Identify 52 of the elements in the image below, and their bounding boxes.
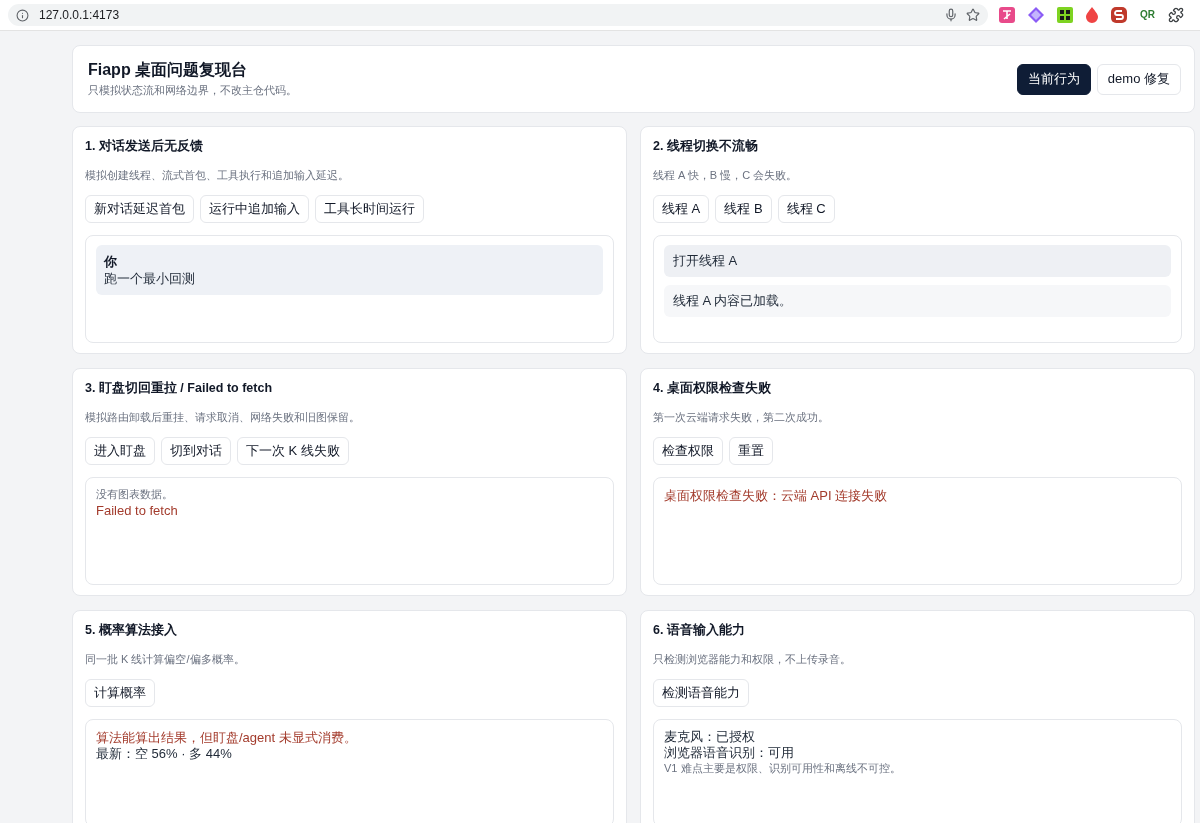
status-text: 最新：空 56% · 多 44% — [96, 746, 233, 762]
action-button[interactable]: 进入盯盘 — [85, 437, 155, 465]
action-button[interactable]: 检查权限 — [653, 437, 723, 465]
action-button[interactable]: 切到对话 — [161, 437, 231, 465]
card-description: 模拟创建线程、流式首包、工具执行和追加输入延迟。 — [85, 168, 350, 183]
round-tile-icon[interactable] — [1111, 7, 1127, 23]
action-button[interactable]: 检测语音能力 — [653, 679, 749, 707]
action-button[interactable]: 计算概率 — [85, 679, 155, 707]
mode-button[interactable]: 当前行为 — [1016, 63, 1091, 95]
card-title: 5. 概率算法接入 — [85, 622, 178, 639]
action-button[interactable]: 重置 — [729, 437, 773, 465]
info-icon[interactable] — [16, 8, 29, 22]
microphone-icon[interactable] — [944, 8, 958, 22]
message-author: 你 — [104, 253, 118, 270]
note-text: V1 难点主要是权限、识别可用性和离线不可控。 — [664, 761, 902, 776]
card-title: 4. 桌面权限检查失败 — [653, 380, 772, 397]
error-text: Failed to fetch — [96, 502, 179, 519]
extensions-icon[interactable] — [1168, 7, 1184, 23]
error-text: 桌面权限检查失败：云端 API 连接失败 — [664, 487, 889, 504]
message-text: 跑一个最小回测 — [104, 270, 196, 287]
action-button[interactable]: 下一次 K 线失败 — [237, 437, 349, 465]
action-button[interactable]: 线程 A — [653, 195, 710, 223]
qr-button[interactable]: QR — [1140, 9, 1155, 21]
mode-button[interactable]: demo 修复 — [1096, 63, 1181, 95]
card-description: 同一批 K 线计算偏空/偏多概率。 — [85, 652, 246, 667]
note-text: 没有图表数据。 — [96, 487, 174, 502]
diamond-icon[interactable] — [1028, 7, 1044, 23]
card-description: 模拟路由卸载后重挂、请求取消、网络失败和旧图保留。 — [85, 410, 361, 425]
status-text: 麦克风：已授权 — [664, 729, 756, 745]
card-description: 第一次云端请求失败，第二次成功。 — [653, 410, 830, 425]
error-text: 算法能算出结果，但盯盘/agent 未显式消费。 — [96, 729, 358, 746]
status-text: 浏览器语音识别：可用 — [664, 745, 795, 761]
star-icon[interactable] — [966, 8, 980, 22]
grid-tile-icon[interactable] — [1057, 7, 1073, 23]
address-field[interactable]: 127.0.0.1:4173 — [8, 4, 988, 26]
message-bubble: 打开线程 A — [664, 245, 1171, 277]
action-button[interactable]: 运行中追加输入 — [200, 195, 309, 223]
action-button[interactable]: 线程 B — [715, 195, 772, 223]
action-button[interactable]: 线程 C — [777, 195, 835, 223]
card-description: 线程 A 快，B 慢，C 会失败。 — [653, 168, 799, 183]
card-title: 6. 语音输入能力 — [653, 622, 746, 639]
card-title: 1. 对话发送后无反馈 — [85, 138, 204, 155]
card-description: 只检测浏览器能力和权限，不上传录音。 — [653, 652, 852, 667]
drop-icon[interactable] — [1086, 7, 1098, 23]
page-title: Fiapp 桌面问题复现台 — [88, 60, 249, 80]
page-subtitle: 只模拟状态流和网络边界，不改主仓代码。 — [88, 83, 298, 98]
message-bubble: 线程 A 内容已加载。 — [664, 285, 1171, 317]
card-title: 2. 线程切换不流畅 — [653, 138, 759, 155]
square-app-icon[interactable] — [999, 7, 1015, 23]
action-button[interactable]: 工具长时间运行 — [315, 195, 424, 223]
action-button[interactable]: 新对话延迟首包 — [85, 195, 194, 223]
card-title: 3. 盯盘切回重拉 / Failed to fetch — [85, 380, 274, 397]
